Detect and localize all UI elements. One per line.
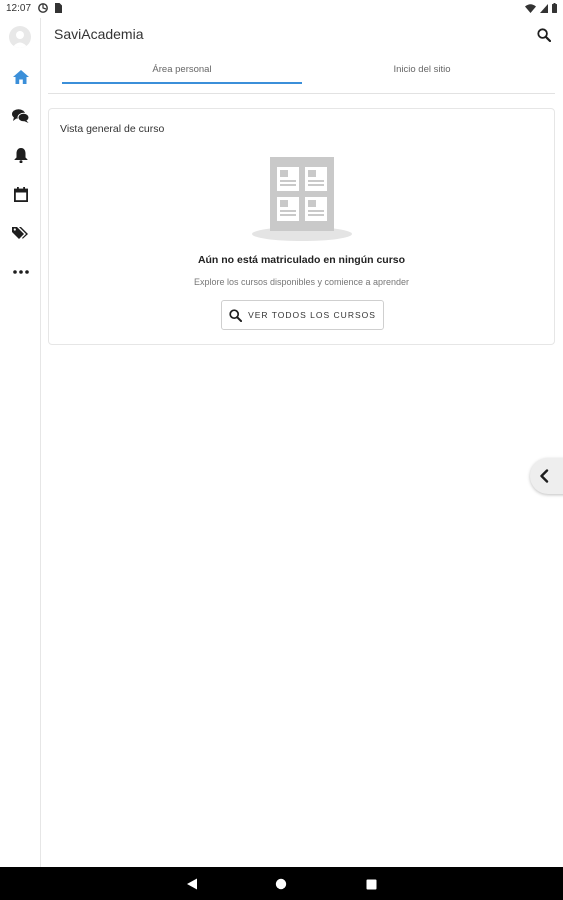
view-all-courses-label: VER TODOS LOS CURSOS — [248, 310, 376, 320]
battery-icon — [552, 3, 557, 13]
tab-indicator — [62, 82, 302, 84]
course-overview-card: Vista general de curso Aún no está matri… — [48, 108, 555, 345]
search-button[interactable] — [533, 24, 555, 46]
bell-icon — [14, 148, 27, 163]
sim-icon — [55, 3, 62, 13]
rail-item-messages[interactable] — [0, 102, 41, 130]
back-icon — [187, 878, 197, 890]
more-icon — [12, 270, 29, 274]
tags-icon — [12, 227, 28, 239]
rail-item-tags[interactable] — [0, 219, 41, 247]
system-navigation-bar — [0, 867, 563, 900]
home-circle-icon — [275, 878, 287, 890]
sync-icon — [38, 3, 48, 13]
status-bar: 12:07 — [0, 0, 563, 18]
search-icon — [229, 308, 243, 322]
rail-item-home[interactable] — [0, 63, 41, 91]
status-time: 12:07 — [6, 3, 32, 14]
tab-area-personal[interactable]: Área personal — [62, 52, 302, 86]
calendar-icon — [13, 186, 28, 202]
home-icon — [12, 70, 29, 84]
wifi-icon — [525, 3, 536, 13]
rail-item-notifications[interactable] — [0, 141, 41, 169]
course-overview-title: Vista general de curso — [60, 123, 165, 135]
empty-state-title: Aún no está matriculado en ningún curso — [197, 254, 406, 266]
app-title: SaviAcademia — [54, 26, 144, 42]
search-icon — [537, 28, 551, 42]
empty-state-subtitle: Explore los cursos disponibles y comienc… — [193, 277, 410, 287]
side-navigation-rail — [0, 18, 41, 867]
nav-home-button[interactable] — [272, 875, 290, 893]
nav-recents-button[interactable] — [362, 875, 380, 893]
view-all-courses-button[interactable]: VER TODOS LOS CURSOS — [221, 300, 384, 330]
drawer-toggle-button[interactable] — [530, 458, 563, 494]
avatar[interactable] — [9, 26, 31, 48]
nav-back-button[interactable] — [183, 875, 201, 893]
app-header: SaviAcademia — [41, 18, 563, 50]
tab-bar: Área personal Inicio del sitio — [41, 52, 563, 86]
signal-icon — [540, 3, 548, 13]
chat-icon — [12, 109, 29, 123]
divider — [48, 93, 555, 94]
rail-item-more[interactable] — [0, 258, 41, 286]
empty-courses-illustration — [252, 157, 352, 241]
rail-item-calendar[interactable] — [0, 180, 41, 208]
chevron-left-icon — [540, 469, 549, 483]
tab-inicio-del-sitio[interactable]: Inicio del sitio — [302, 52, 542, 86]
recents-icon — [366, 879, 376, 889]
